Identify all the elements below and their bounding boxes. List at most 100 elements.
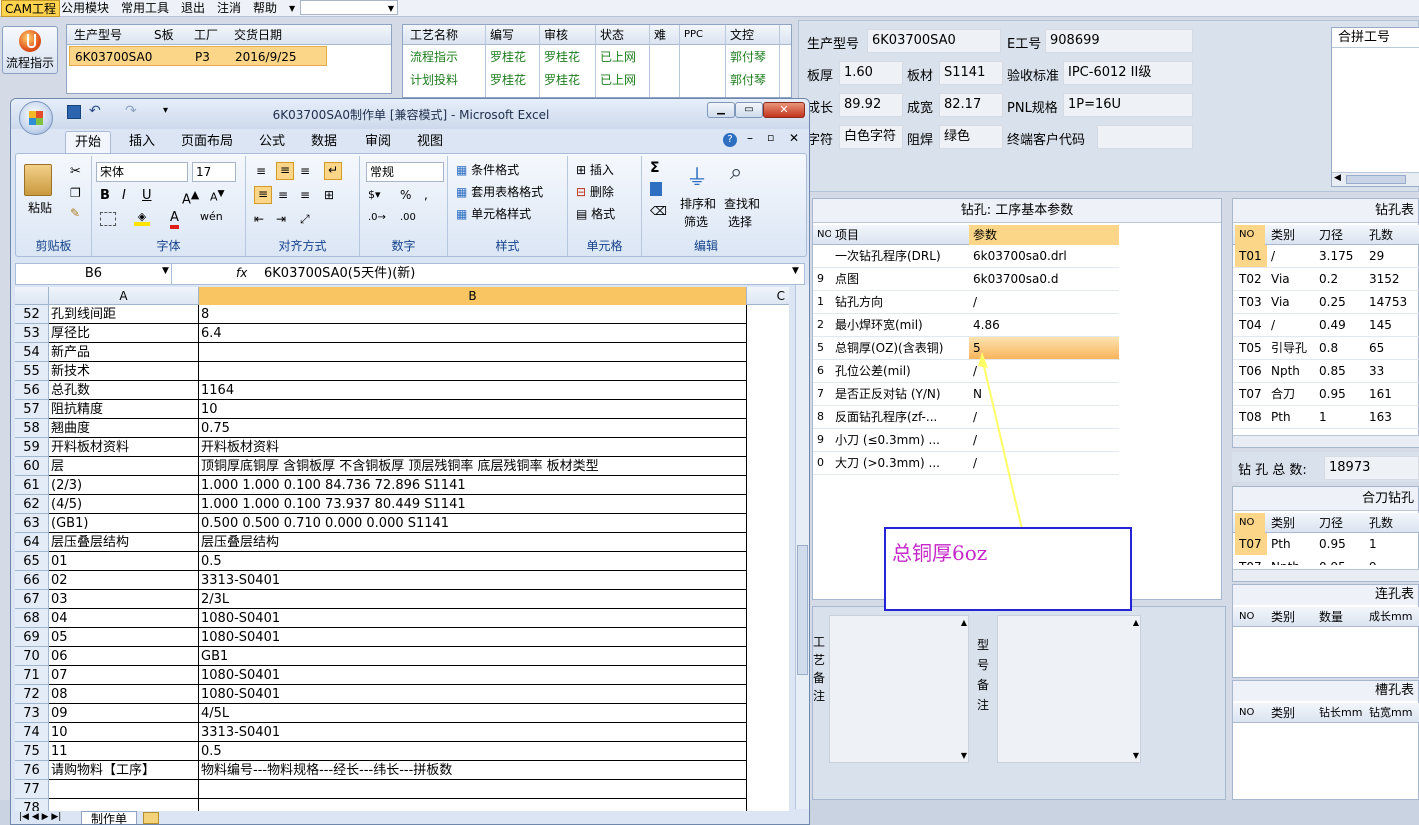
cell-b[interactable]: 1080-S0401 xyxy=(199,609,747,628)
model-field[interactable]: 6K03700SA0 xyxy=(867,29,1001,53)
col-header[interactable]: 刀径 xyxy=(1315,225,1365,245)
width-field[interactable]: 82.17 xyxy=(939,93,1003,117)
merge-header[interactable]: 合拼工号 xyxy=(1332,28,1419,48)
toolbar-combo[interactable]: ▼ xyxy=(300,0,398,15)
workbook-close-icon[interactable]: ✕ xyxy=(789,131,799,145)
cell-a[interactable] xyxy=(49,780,199,799)
minimize-icon[interactable]: ▁ xyxy=(707,102,735,118)
col-header[interactable]: 类别 xyxy=(1267,607,1315,627)
expand-formula-icon[interactable]: ▼ xyxy=(792,266,799,276)
cell-b[interactable]: 1164 xyxy=(199,381,747,400)
name-box[interactable]: B6 xyxy=(16,264,172,284)
cell-a[interactable]: 08 xyxy=(49,685,199,704)
row-header[interactable]: 55 xyxy=(15,362,49,381)
cell-b[interactable]: 1.000 1.000 0.100 73.937 80.449 S1141 xyxy=(199,495,747,514)
menu-cam-project[interactable]: CAM工程 xyxy=(1,0,60,17)
row-header[interactable]: 73 xyxy=(15,704,49,723)
select-all-button[interactable] xyxy=(15,287,49,305)
col-header[interactable]: NO xyxy=(1235,703,1265,723)
cell-a[interactable]: 10 xyxy=(49,723,199,742)
cell-a[interactable]: 阻抗精度 xyxy=(49,400,199,419)
cell-a[interactable]: 03 xyxy=(49,590,199,609)
col-header[interactable]: 文控 xyxy=(727,25,781,45)
col-header[interactable]: 钻宽mm xyxy=(1365,703,1419,723)
cell-a[interactable]: 新产品 xyxy=(49,343,199,362)
cell-a[interactable]: (4/5) xyxy=(49,495,199,514)
row-header[interactable]: 69 xyxy=(15,628,49,647)
cut-icon[interactable]: ✂ xyxy=(70,164,81,179)
silkscreen-field[interactable]: 白色字符 xyxy=(839,125,903,149)
col-header[interactable]: 难 xyxy=(651,25,679,45)
format-cells-button[interactable]: ▤ 格式 xyxy=(576,204,615,224)
cell-a[interactable]: 层压叠层结构 xyxy=(49,533,199,552)
col-header[interactable]: 工艺名称 xyxy=(407,25,487,45)
autosum-icon[interactable]: Σ xyxy=(650,160,660,176)
col-header[interactable]: 钻长mm xyxy=(1315,703,1365,723)
table-row[interactable]: T07 合刀 0.95 161 xyxy=(1233,383,1419,406)
column-header[interactable]: A xyxy=(49,287,199,305)
cell-b[interactable]: 0.5 xyxy=(199,742,747,761)
col-header[interactable]: NO xyxy=(1235,225,1265,245)
row-header[interactable]: 72 xyxy=(15,685,49,704)
soldermask-field[interactable]: 绿色 xyxy=(939,125,1003,149)
table-row[interactable]: T05 引导孔 0.8 65 xyxy=(1233,337,1419,360)
find-select-label[interactable]: 查找和 xyxy=(724,194,760,214)
tab-view[interactable]: 视图 xyxy=(417,131,443,153)
decrease-indent-icon[interactable]: ⇤ xyxy=(254,212,264,226)
row-header[interactable]: 66 xyxy=(15,571,49,590)
cell-a[interactable]: 孔到线间距 xyxy=(49,305,199,324)
cell-a[interactable]: 翘曲度 xyxy=(49,419,199,438)
col-header[interactable]: 审核 xyxy=(541,25,595,45)
cell-b[interactable]: 3313-S0401 xyxy=(199,571,747,590)
sort-filter-label[interactable]: 排序和 xyxy=(680,194,716,214)
cell-b[interactable] xyxy=(199,780,747,799)
table-row[interactable]: 计划投料 罗桂花 罗桂花 已上网 郭付琴 xyxy=(403,69,791,91)
cell-b[interactable]: 物料编号---物料规格---经长---纬长---拼板数 xyxy=(199,761,747,780)
col-header[interactable]: 状态 xyxy=(597,25,651,45)
align-right-icon[interactable]: ≡ xyxy=(300,188,310,202)
insert-sheet-icon[interactable] xyxy=(143,812,159,824)
cell-b[interactable]: 3313-S0401 xyxy=(199,723,747,742)
cell-a[interactable]: 总孔数 xyxy=(49,381,199,400)
cell-b[interactable]: 2/3L xyxy=(199,590,747,609)
increase-decimal-icon[interactable]: .0→ xyxy=(368,212,386,223)
font-size-select[interactable]: 17 xyxy=(192,162,236,182)
cell-a[interactable]: 层 xyxy=(49,457,199,476)
cell-b[interactable]: 开料板材资料 xyxy=(199,438,747,457)
italic-icon[interactable]: I xyxy=(122,188,126,203)
align-bottom-icon[interactable]: ≡ xyxy=(300,164,310,178)
table-row[interactable]: 一次钻孔程序(DRL) 6k03700sa0.drl xyxy=(813,245,1119,268)
ribbon-minimize-icon[interactable]: – xyxy=(747,131,753,145)
standard-field[interactable]: IPC-6012 II级 xyxy=(1063,61,1193,85)
comma-icon[interactable]: , xyxy=(424,188,428,202)
phonetic-icon[interactable]: wén xyxy=(200,210,223,223)
cell-b[interactable]: GB1 xyxy=(199,647,747,666)
bold-icon[interactable]: B xyxy=(100,188,110,203)
material-field[interactable]: S1141 xyxy=(939,61,1003,85)
cell-b[interactable]: 6.4 xyxy=(199,324,747,343)
col-header[interactable]: NO xyxy=(813,225,831,245)
cell-a[interactable]: 02 xyxy=(49,571,199,590)
row-header[interactable]: 64 xyxy=(15,533,49,552)
menu-logout[interactable]: 注消 xyxy=(214,0,244,17)
col-header[interactable]: 生产型号 xyxy=(71,25,151,45)
close-icon[interactable]: ✕ xyxy=(763,102,805,118)
table-row[interactable]: 1 钻孔方向 / xyxy=(813,291,1119,314)
horizontal-scrollbar[interactable] xyxy=(1233,435,1419,447)
row-header[interactable]: 62 xyxy=(15,495,49,514)
row-header[interactable]: 57 xyxy=(15,400,49,419)
scroll-left-icon[interactable]: ◀ xyxy=(1334,173,1341,183)
col-header[interactable]: 成长mm xyxy=(1365,607,1419,627)
table-row[interactable]: 9 点图 6k03700sa0.d xyxy=(813,268,1119,291)
row-header[interactable]: 56 xyxy=(15,381,49,400)
row-header[interactable]: 61 xyxy=(15,476,49,495)
menu-help[interactable]: 帮助 xyxy=(250,0,280,17)
vertical-scrollbar[interactable] xyxy=(795,285,809,809)
row-header[interactable]: 74 xyxy=(15,723,49,742)
cell-b[interactable]: 4/5L xyxy=(199,704,747,723)
col-header[interactable]: 孔数 xyxy=(1365,513,1419,533)
table-row[interactable]: T01 / 3.175 29 xyxy=(1233,245,1419,268)
cell-a[interactable]: 06 xyxy=(49,647,199,666)
find-select-icon[interactable]: ⌕ xyxy=(730,160,742,185)
row-header[interactable]: 71 xyxy=(15,666,49,685)
